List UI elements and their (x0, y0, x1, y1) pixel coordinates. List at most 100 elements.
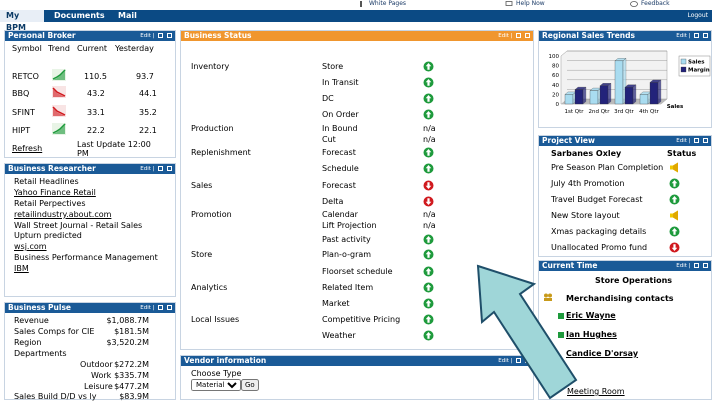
help-now-label: Help Now (516, 0, 545, 7)
project-item-label[interactable]: Pre Season Plan Completion (551, 163, 663, 172)
panel-title: Regional Sales Trends (542, 31, 635, 40)
panel-header: Regional Sales Trends Edit | (539, 31, 711, 41)
project-item-label[interactable]: Unallocated Promo fund (551, 243, 647, 252)
chart-bar (564, 94, 574, 105)
stock-yesterday: 93.7 (136, 72, 154, 81)
project-view-panel: Project View Edit | Sarbanes Oxley Statu… (538, 135, 712, 257)
pulse-value: $477.2M (114, 382, 149, 391)
project-item-label[interactable]: Travel Budget Forecast (551, 195, 643, 204)
chart-legend-label: Margin (688, 68, 710, 74)
project-item-label[interactable]: New Store layout (551, 211, 620, 220)
researcher-link[interactable]: Yahoo Finance Retail (14, 188, 96, 197)
logout-link[interactable]: Logout (687, 10, 708, 22)
feedback-label: Feedback (641, 0, 670, 7)
researcher-link[interactable]: IBM (14, 264, 29, 273)
col-header-current: Current (77, 44, 108, 53)
status-item-label: DC (322, 94, 334, 103)
collapse-icon[interactable] (694, 263, 700, 268)
chart-x-tick-label: 4th Qtr (639, 109, 659, 115)
status-group-name: Promotion (191, 210, 232, 219)
white-pages-label: White Pages (369, 0, 407, 7)
stock-yesterday: 44.1 (139, 89, 157, 98)
tab-mail[interactable]: Mail (112, 10, 143, 22)
edit-link[interactable]: Edit (676, 138, 687, 144)
collapse-icon[interactable] (158, 33, 164, 38)
collapse-icon[interactable] (694, 33, 700, 38)
collapse-icon[interactable] (158, 305, 164, 310)
close-icon[interactable] (703, 263, 708, 268)
researcher-heading: Business Performance Management (14, 253, 158, 262)
stock-yesterday: 22.1 (139, 126, 157, 135)
panel-controls: Edit | (676, 31, 708, 41)
help-now-link[interactable]: Help Now (505, 0, 545, 7)
chart-bar-side (632, 84, 637, 105)
phone-icon (360, 0, 362, 7)
personal-broker-panel: Personal Broker Edit | Symbol Trend Curr… (4, 30, 176, 158)
chart-legend-swatch (680, 66, 687, 73)
white-pages-link[interactable]: White Pages (358, 0, 406, 7)
chart-y-tick-label: 40 (552, 83, 559, 89)
status-group-name: Local Issues (191, 315, 240, 324)
status-warning-icon (669, 210, 680, 221)
pulse-label: Revenue (14, 316, 49, 325)
tab-documents[interactable]: Documents (48, 10, 111, 22)
main-nav-bar: My BPM Documents Mail Logout (0, 10, 712, 32)
status-ok-icon (423, 93, 434, 104)
status-ok-icon (423, 163, 434, 174)
chart-legend-label: Sales (688, 60, 705, 66)
status-alert-icon (423, 196, 434, 207)
panel-header: Business Pulse Edit | (5, 303, 175, 313)
chart-y-tick-label: 0 (556, 102, 560, 108)
collapse-icon[interactable] (516, 33, 522, 38)
panel-controls: Edit | (140, 303, 172, 313)
refresh-link[interactable]: Refresh (12, 144, 42, 153)
business-researcher-panel: Business Researcher Edit | Retail Headli… (4, 163, 176, 297)
status-item-label: Delta (322, 197, 344, 206)
chart-bar (589, 90, 599, 105)
edit-link[interactable]: Edit (676, 263, 687, 269)
status-group-name: Analytics (191, 283, 228, 292)
close-icon[interactable] (167, 305, 172, 310)
tab-my-bpm[interactable]: My BPM (0, 10, 44, 32)
close-icon[interactable] (167, 166, 172, 171)
panel-title: Business Pulse (8, 303, 72, 312)
stock-current: 110.5 (84, 72, 107, 81)
chart-bar-side (607, 82, 612, 105)
status-item-label: Calendar (322, 210, 358, 219)
edit-link[interactable]: Edit (140, 33, 151, 39)
status-item-label: Cut (322, 135, 336, 144)
close-icon[interactable] (525, 33, 530, 38)
status-item-label: Forecast (322, 181, 356, 190)
status-item-label: Weather (322, 331, 356, 340)
panel-controls: Edit | (676, 136, 708, 146)
status-ok-icon (669, 226, 680, 237)
chart-legend-swatch (680, 58, 687, 65)
status-item-label: Related Item (322, 283, 374, 292)
status-item-label: Competitive Pricing (322, 315, 401, 324)
last-update-text: Last Update 12:00 (77, 140, 151, 149)
edit-link[interactable]: Edit (140, 305, 151, 311)
edit-link[interactable]: Edit (498, 33, 509, 39)
close-icon[interactable] (703, 33, 708, 38)
feedback-link[interactable]: Feedback (630, 0, 670, 7)
edit-link[interactable]: Edit (140, 166, 151, 172)
researcher-link[interactable]: retailindustry.about.com (14, 210, 111, 219)
go-button[interactable]: Go (241, 379, 259, 391)
collapse-icon[interactable] (158, 166, 164, 171)
status-item-value: n/a (423, 210, 436, 219)
panel-header: Personal Broker Edit | (5, 31, 175, 41)
merchandising-contacts-heading: Merchandising contacts (566, 294, 674, 303)
close-icon[interactable] (703, 138, 708, 143)
close-icon[interactable] (167, 33, 172, 38)
edit-link[interactable]: Edit (676, 33, 687, 39)
stock-current: 22.2 (87, 126, 105, 135)
project-item-label[interactable]: Xmas packaging details (551, 227, 646, 236)
vendor-type-select[interactable]: Materials (191, 379, 241, 391)
status-item-label: Past activity (322, 235, 371, 244)
collapse-icon[interactable] (694, 138, 700, 143)
status-ok-icon (423, 109, 434, 120)
project-item-label[interactable]: July 4th Promotion (551, 179, 624, 188)
choose-type-label: Choose Type (191, 369, 242, 378)
researcher-link[interactable]: wsj.com (14, 242, 47, 251)
panel-title: Personal Broker (8, 31, 76, 40)
